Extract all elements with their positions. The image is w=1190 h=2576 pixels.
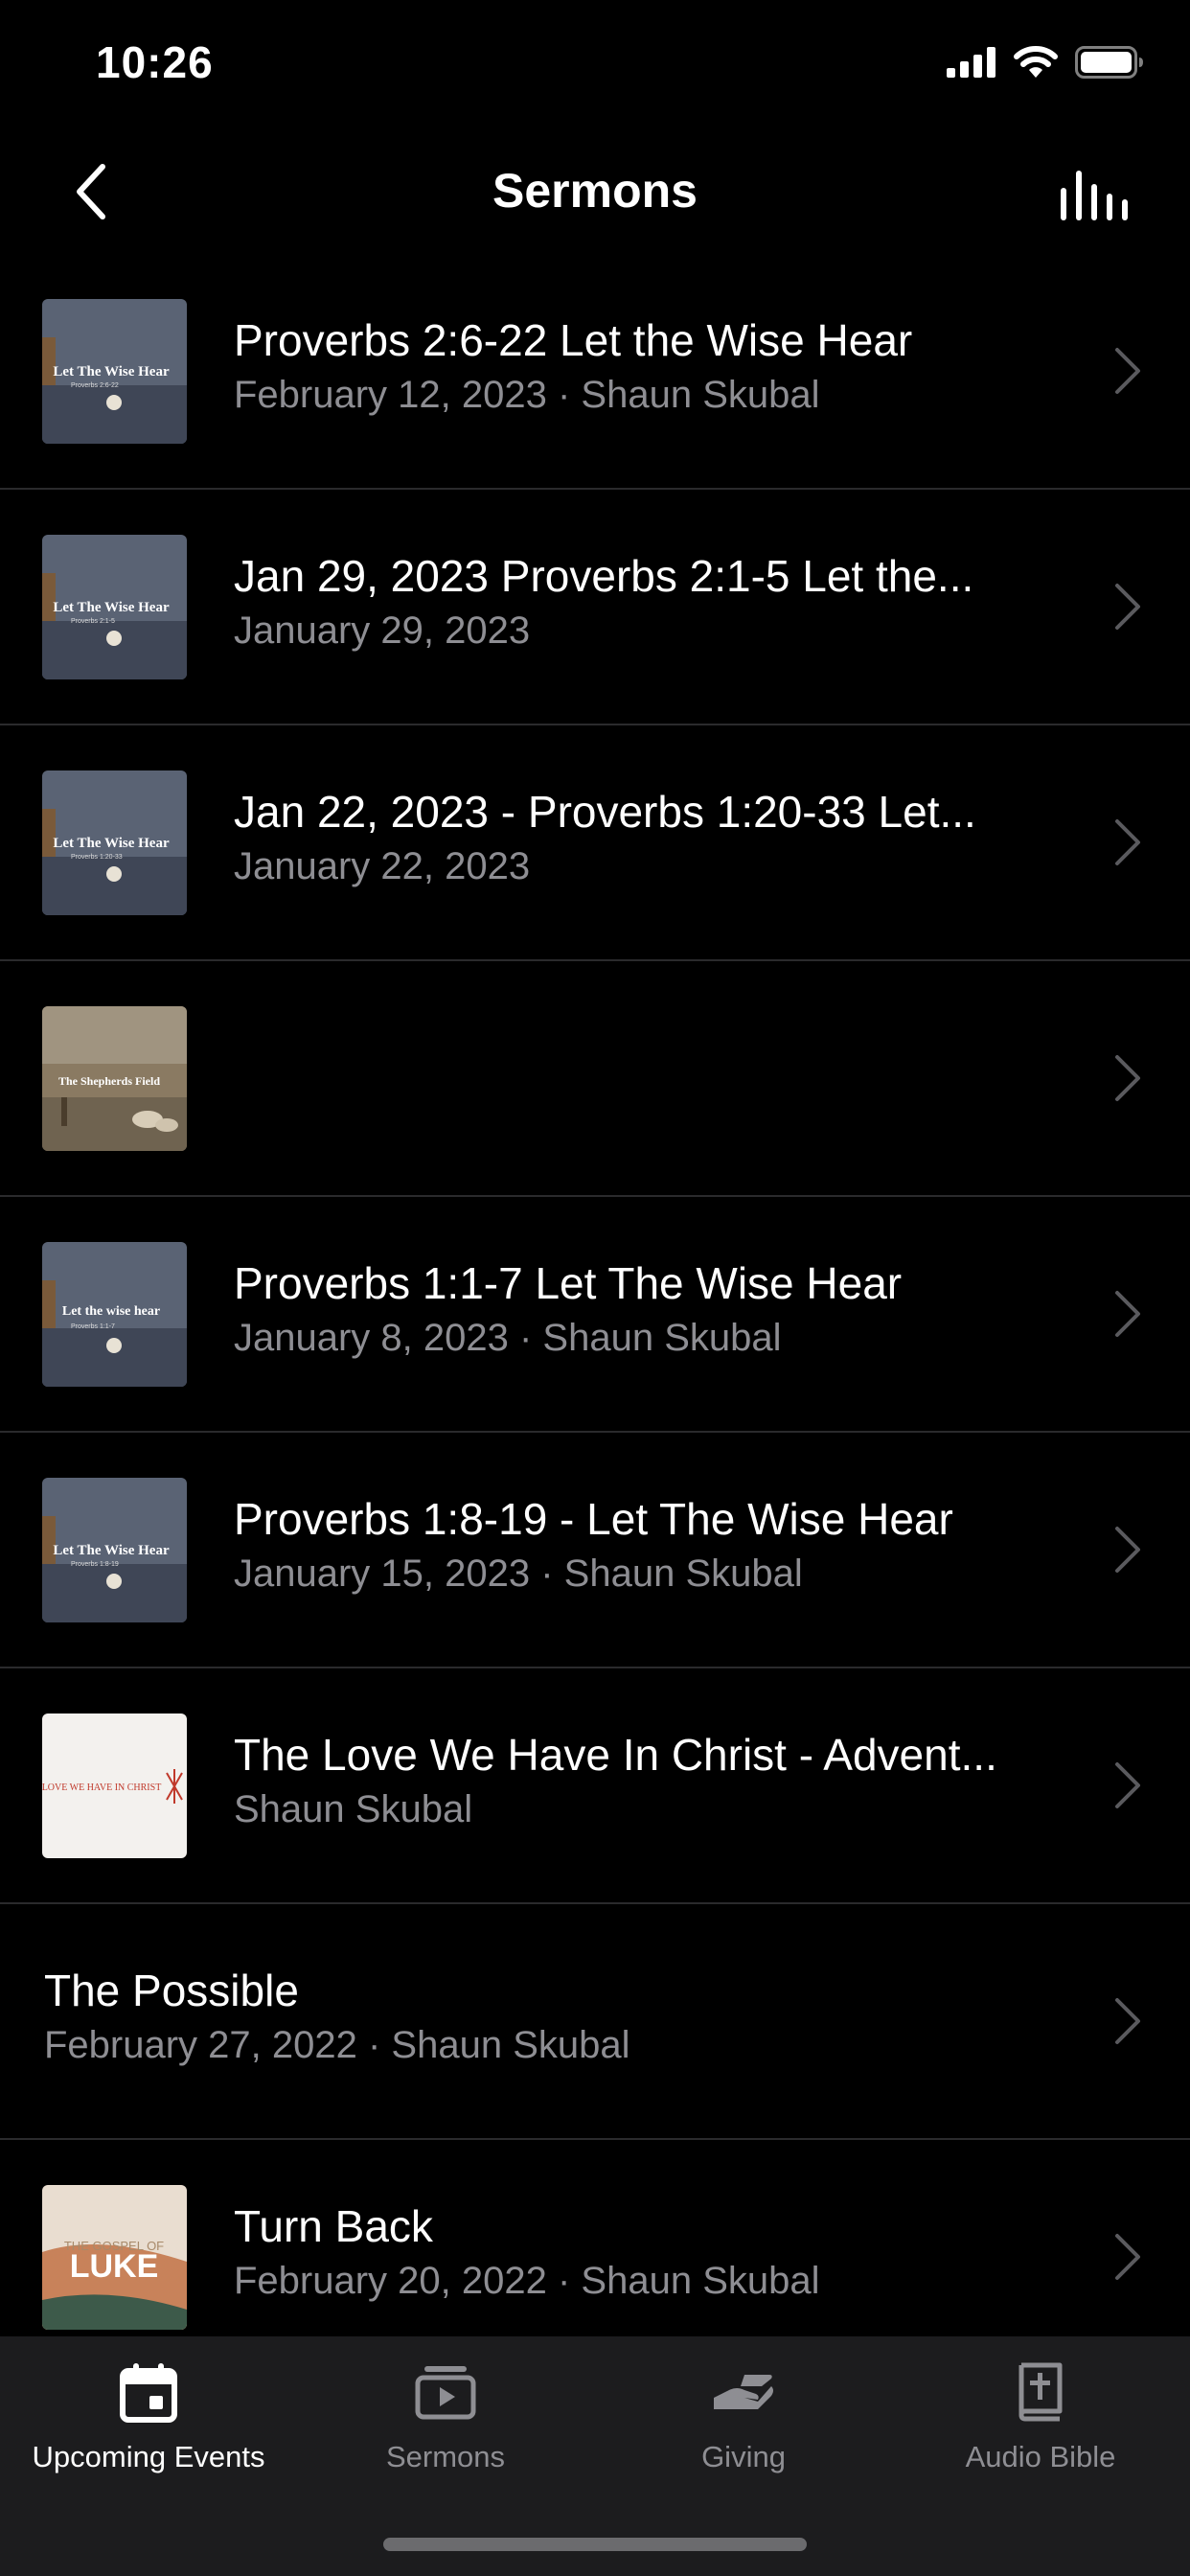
sermon-row[interactable]: Let The Wise Hear Proverbs 1:8-19 Prover… [0, 1433, 1190, 1668]
thumbnail-subcaption: Proverbs 1:1-7 [71, 1323, 115, 1330]
thumbnail-title: LUKE [70, 2248, 159, 2285]
navigation-bar: Sermons [0, 134, 1190, 249]
sermon-title: Turn Back [234, 2201, 433, 2251]
tab-giving[interactable]: Giving [595, 2358, 892, 2492]
sermon-row[interactable]: LOVE WE HAVE IN CHRIST The Love We Have … [0, 1668, 1190, 1904]
sermon-thumbnail: Let The Wise Hear Proverbs 1:8-19 [42, 1478, 187, 1622]
sermon-row[interactable]: Let The Wise Hear Proverbs 2:1-5 Jan 29,… [0, 490, 1190, 725]
chevron-right-icon [1115, 2234, 1140, 2280]
audio-levels-icon [1061, 171, 1128, 220]
sermon-title: Proverbs 1:1-7 Let The Wise Hear [234, 1258, 903, 1308]
sermon-title: Jan 22, 2023 - Proverbs 1:20-33 Let... [234, 787, 976, 837]
battery-icon [1075, 46, 1143, 79]
tab-upcoming-events[interactable]: Upcoming Events [0, 2358, 297, 2492]
sermon-title: Proverbs 1:8-19 - Let The Wise Hear [234, 1494, 953, 1544]
giving-hand-icon [714, 2375, 773, 2409]
sermon-subtitle: January 22, 2023 [234, 845, 531, 887]
tab-label: Audio Bible [965, 2440, 1116, 2473]
sermon-subtitle: January 29, 2023 [234, 610, 531, 652]
home-indicator [383, 2538, 807, 2551]
sermon-thumbnail: Let the wise hear Proverbs 1:1-7 [42, 1242, 187, 1387]
chevron-right-icon [1115, 1055, 1140, 1101]
thumbnail-caption: LOVE WE HAVE IN CHRIST [42, 1782, 161, 1793]
sermon-title: Jan 29, 2023 Proverbs 2:1-5 Let the... [234, 551, 974, 601]
sermon-thumbnail: The Shepherds Field [42, 1006, 187, 1151]
play-icon [415, 2366, 476, 2420]
thumbnail-caption: Let The Wise Hear [53, 836, 170, 851]
cellular-signal-icon [947, 47, 995, 78]
now-playing-button[interactable] [1056, 157, 1133, 234]
sermon-title: Proverbs 2:6-22 Let the Wise Hear [234, 315, 913, 365]
chevron-right-icon [1115, 348, 1140, 394]
thumbnail-caption: Let The Wise Hear [53, 600, 170, 615]
chevron-right-icon [1115, 1527, 1140, 1573]
thumbnail-subcaption: Proverbs 1:20-33 [71, 854, 123, 861]
thumbnail-caption: Let The Wise Hear [53, 1543, 170, 1558]
sermon-thumbnail: Let The Wise Hear Proverbs 2:1-5 [42, 535, 187, 679]
calendar-icon [120, 2363, 177, 2423]
chevron-right-icon [1115, 584, 1140, 630]
sermon-row[interactable]: Let The Wise Hear Proverbs 1:20-33 Jan 2… [0, 725, 1190, 961]
sermon-subtitle: February 20, 2022 · Shaun Skubal [234, 2260, 820, 2302]
tab-sermons[interactable]: Sermons [297, 2358, 594, 2492]
chevron-right-icon [1115, 819, 1140, 865]
tab-audio-bible[interactable]: Audio Bible [892, 2358, 1189, 2492]
sermon-row[interactable]: The Shepherds Field [0, 961, 1190, 1197]
thumbnail-subcaption: Proverbs 2:1-5 [71, 618, 115, 625]
thumbnail-caption: The Shepherds Field [58, 1074, 160, 1088]
chevron-right-icon [1115, 1762, 1140, 1808]
thumbnail-caption: Let the wise hear [62, 1304, 160, 1319]
status-bar: 10:26 [0, 0, 1190, 134]
sermon-list: Let The Wise Hear Proverbs 2:6-22 Prover… [0, 254, 1190, 2376]
sermon-subtitle: January 8, 2023 · Shaun Skubal [234, 1317, 782, 1359]
sermon-title: The Possible [44, 1966, 299, 2015]
sermon-title: The Love We Have In Christ - Advent... [234, 1730, 997, 1780]
sermon-thumbnail: Let The Wise Hear Proverbs 2:6-22 [42, 299, 187, 444]
thumbnail-subcaption: Proverbs 1:8-19 [71, 1561, 119, 1568]
thumbnail-subcaption: Proverbs 2:6-22 [71, 382, 119, 389]
tab-label: Sermons [385, 2440, 506, 2473]
tab-label: Giving [701, 2440, 786, 2473]
chevron-right-icon [1115, 1998, 1140, 2044]
bible-icon [1018, 2362, 1063, 2422]
sermon-thumbnail: Let The Wise Hear Proverbs 1:20-33 [42, 770, 187, 915]
status-time: 10:26 [96, 37, 214, 87]
page-title: Sermons [492, 164, 698, 218]
sermon-subtitle: Shaun Skubal [234, 1788, 473, 1830]
wifi-icon [1014, 46, 1058, 78]
sermon-row[interactable]: Let the wise hear Proverbs 1:1-7 Proverb… [0, 1197, 1190, 1433]
sermon-subtitle: February 12, 2023 · Shaun Skubal [234, 374, 820, 416]
tab-label: Upcoming Events [32, 2440, 265, 2473]
sermon-row[interactable]: The Possible February 27, 2022 · Shaun S… [0, 1904, 1190, 2140]
sermon-row[interactable]: Let The Wise Hear Proverbs 2:6-22 Prover… [0, 254, 1190, 490]
thumbnail-caption: Let The Wise Hear [53, 364, 170, 380]
sermon-thumbnail: THE GOSPEL OF LUKE [42, 2185, 187, 2330]
sermon-subtitle: February 27, 2022 · Shaun Skubal [44, 2024, 630, 2066]
status-icons [947, 46, 1144, 79]
sermon-subtitle: January 15, 2023 · Shaun Skubal [234, 1552, 803, 1595]
chevron-right-icon [1115, 1291, 1140, 1337]
sermon-thumbnail: LOVE WE HAVE IN CHRIST [42, 1714, 187, 1858]
